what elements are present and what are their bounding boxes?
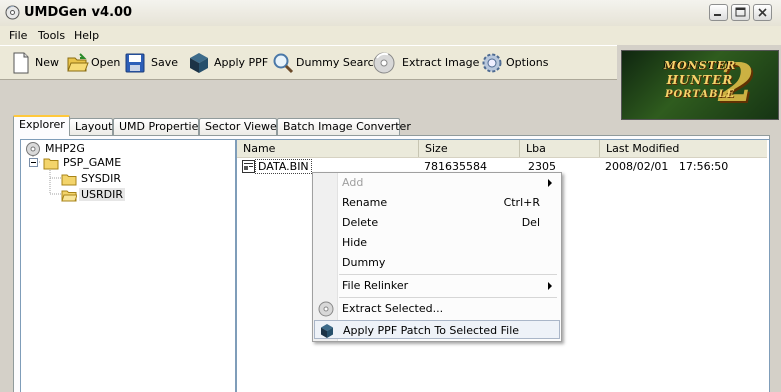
tree-label-psp-game: PSP_GAME — [63, 156, 122, 169]
tree-label-usrdir: USRDIR — [79, 188, 126, 201]
extract-disc-icon — [318, 301, 334, 317]
file-modified-cell: 2008/02/01 17:56:50 — [605, 160, 729, 173]
menu-item-delete[interactable]: Delete Del — [314, 213, 560, 232]
column-name[interactable]: Name — [237, 140, 419, 157]
open-label: Open — [91, 56, 121, 69]
menu-bar: File Tools Help — [0, 26, 781, 45]
file-name-cell: DATA.BIN — [255, 159, 312, 174]
toolbar: New Open Save Apply PPF Dummy Search Ext… — [0, 45, 617, 80]
submenu-arrow-icon — [548, 179, 552, 187]
dummy-search-label: Dummy Search — [296, 56, 381, 69]
tab-explorer[interactable]: Explorer — [13, 115, 70, 136]
ppf-cube-icon — [321, 324, 333, 338]
new-label: New — [35, 56, 59, 69]
options-button[interactable]: Options — [481, 52, 549, 74]
folder-icon — [61, 174, 77, 186]
tree-label-sysdir: SYSDIR — [81, 172, 122, 185]
apply-ppf-button[interactable]: Apply PPF — [188, 52, 268, 74]
extract-image-button[interactable]: Extract Image — [373, 52, 479, 74]
tab-batch-image-converter[interactable]: Batch Image Converter — [277, 118, 411, 135]
extract-disc-icon — [373, 52, 395, 74]
file-icon — [242, 160, 255, 173]
open-button[interactable]: Open — [67, 52, 121, 74]
new-document-icon — [13, 52, 29, 74]
tab-layout[interactable]: Layout — [69, 118, 113, 135]
new-button[interactable]: New — [12, 52, 62, 74]
apply-ppf-label: Apply PPF — [214, 56, 269, 69]
menu-separator — [339, 274, 557, 275]
logo-line-1: MONSTER — [663, 59, 737, 72]
delete-shortcut: Del — [521, 216, 540, 229]
maximize-button[interactable] — [731, 4, 750, 21]
tab-sector-viewer[interactable]: Sector Viewer — [199, 118, 281, 135]
logo-line-3: PORTABLE — [664, 89, 736, 100]
save-disk-icon — [125, 53, 145, 73]
logo-line-2: HUNTER — [666, 73, 734, 87]
tab-umd-properties[interactable]: UMD Properties — [113, 118, 204, 135]
menu-help[interactable]: Help — [74, 29, 99, 42]
context-menu: Add Rename Ctrl+R Delete Del Hide Dummy Fi… — [312, 172, 562, 342]
menu-item-rename[interactable]: Rename Ctrl+R — [314, 193, 560, 212]
disc-icon — [26, 142, 40, 156]
list-header: Name Size Lba Last Modified — [237, 140, 767, 158]
menu-tools[interactable]: Tools — [38, 29, 65, 42]
game-logo-banner: 2 MONSTER HUNTER PORTABLE — [621, 50, 779, 120]
window-title: UMDGen v4.00 — [24, 5, 133, 20]
folder-icon — [43, 158, 59, 170]
menu-item-add[interactable]: Add — [314, 173, 560, 192]
column-size[interactable]: Size — [419, 140, 520, 157]
column-lba[interactable]: Lba — [520, 140, 600, 157]
folder-tree[interactable]: MHP2G PSP_GAME SYSDIR USRDIR — [20, 139, 236, 392]
column-last-modified[interactable]: Last Modified — [600, 140, 767, 157]
menu-item-file-relinker[interactable]: File Relinker — [314, 276, 560, 295]
menu-item-dummy[interactable]: Dummy — [314, 253, 560, 272]
extract-image-label: Extract Image — [402, 56, 480, 69]
tree-label-root: MHP2G — [45, 142, 85, 155]
menu-item-apply-ppf-patch[interactable]: Apply PPF Patch To Selected File — [314, 320, 560, 339]
save-button[interactable]: Save — [125, 52, 179, 74]
menu-item-extract-selected[interactable]: Extract Selected... — [314, 299, 560, 318]
title-bar: UMDGen v4.00 — [0, 0, 781, 27]
dummy-search-button[interactable]: Dummy Search — [272, 52, 381, 74]
collapse-toggle-icon[interactable] — [29, 158, 38, 167]
magnifier-icon — [273, 53, 294, 74]
menu-item-hide[interactable]: Hide — [314, 233, 560, 252]
app-disc-icon — [5, 5, 20, 23]
menu-separator — [339, 297, 557, 298]
open-folder-icon — [61, 190, 77, 202]
rename-shortcut: Ctrl+R — [503, 196, 540, 209]
minimize-button[interactable] — [709, 4, 728, 21]
options-gear-icon — [482, 53, 502, 73]
menu-file[interactable]: File — [9, 29, 27, 42]
close-button[interactable] — [753, 4, 772, 21]
ppf-cube-icon — [190, 53, 208, 73]
submenu-arrow-icon — [548, 282, 552, 290]
open-folder-icon — [67, 53, 89, 72]
options-label: Options — [506, 56, 549, 69]
save-label: Save — [151, 56, 179, 69]
